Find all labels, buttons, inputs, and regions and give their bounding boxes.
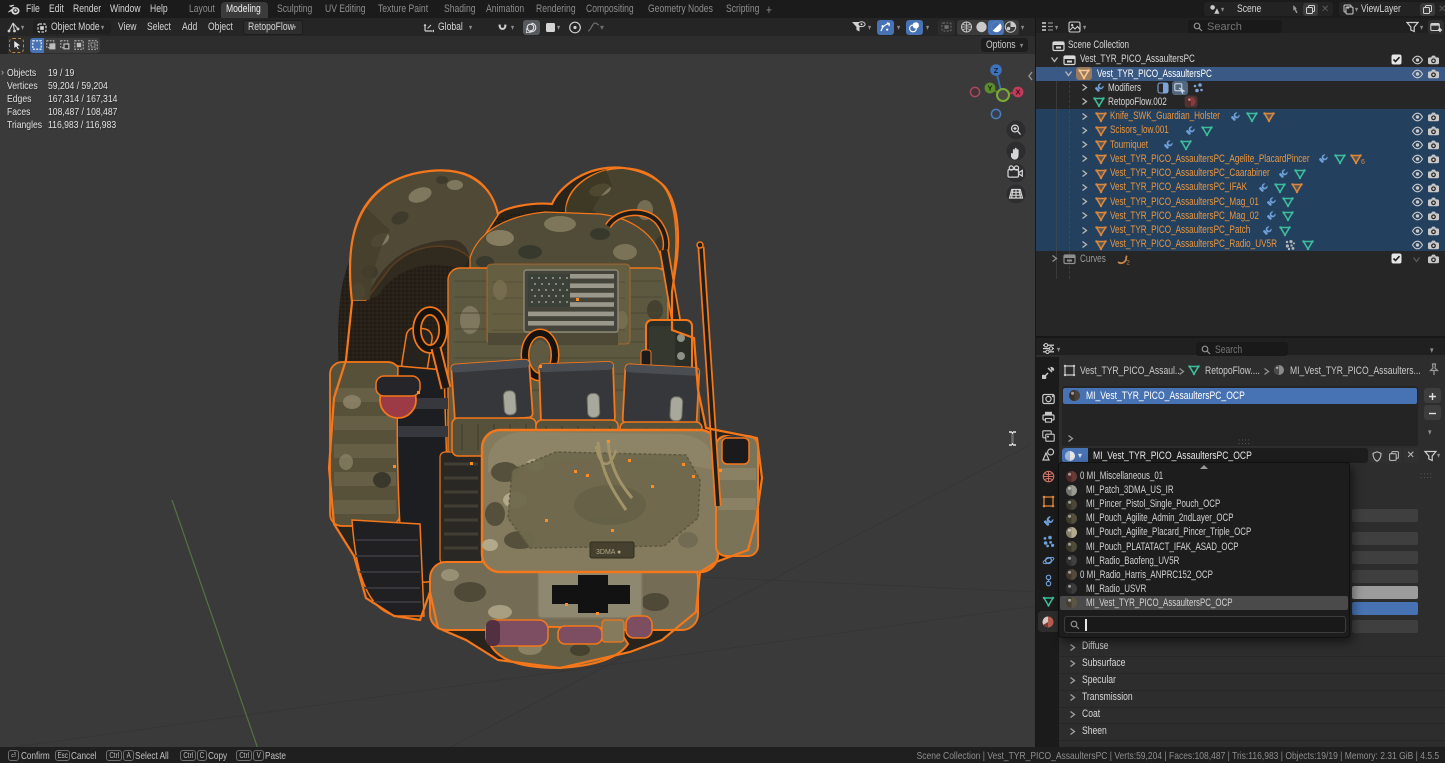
svg-text:Z: Z bbox=[994, 66, 999, 75]
svg-text:3DMA ●: 3DMA ● bbox=[596, 549, 621, 556]
svg-text:2: 2 bbox=[1127, 261, 1131, 266]
svg-text:Y: Y bbox=[987, 84, 992, 93]
svg-text:X: X bbox=[1015, 88, 1020, 97]
